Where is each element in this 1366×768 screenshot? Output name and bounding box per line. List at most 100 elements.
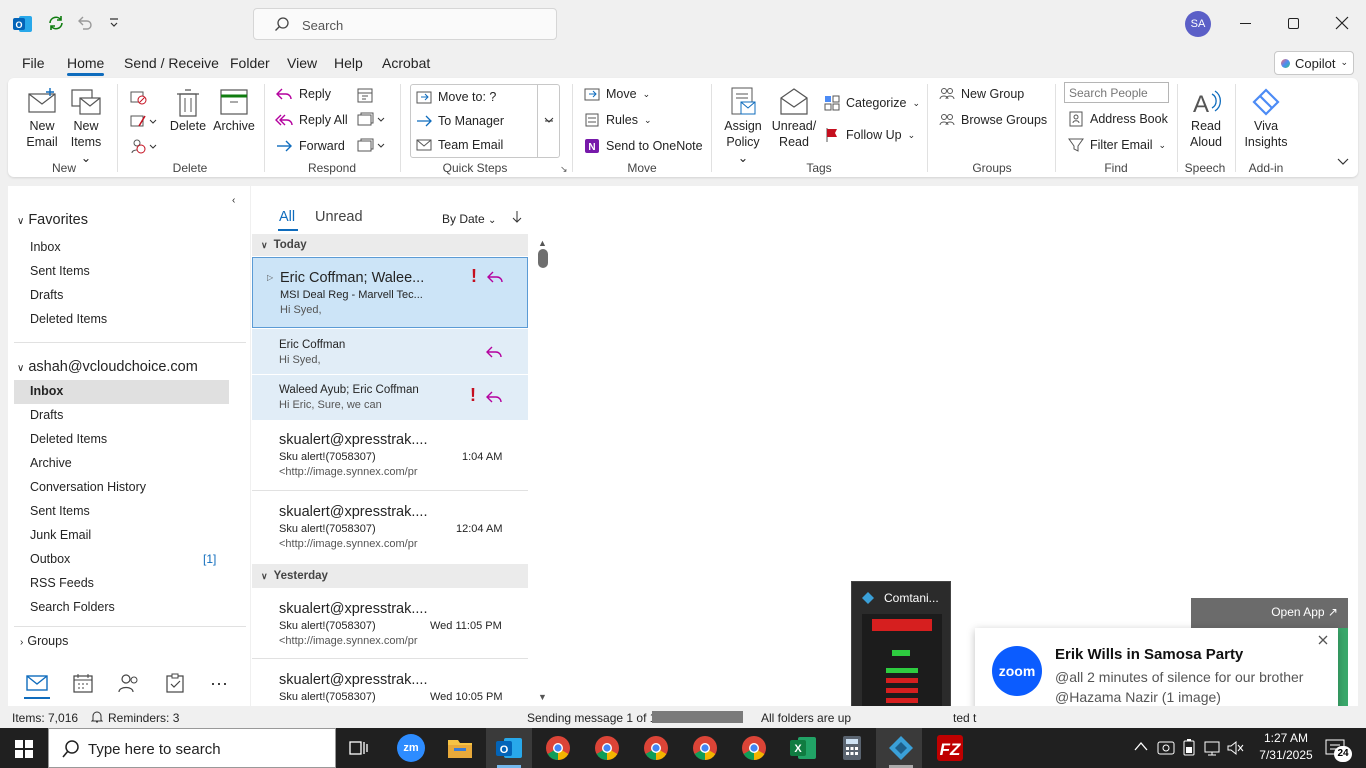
browse-groups-button[interactable]: Browse Groups xyxy=(939,113,1047,127)
message-item[interactable]: Eric Coffman Hi Syed, xyxy=(252,329,528,374)
people-module-icon[interactable] xyxy=(118,673,140,693)
filter-email-button[interactable]: Filter Email ⌄ xyxy=(1068,137,1166,153)
archive-button[interactable]: Archive xyxy=(211,86,257,134)
close-icon[interactable] xyxy=(1317,634,1329,646)
qs-move-to[interactable]: Move to: ? xyxy=(416,90,496,104)
qs-team-email[interactable]: Team Email xyxy=(416,138,503,152)
tray-overflow-icon[interactable] xyxy=(1134,740,1148,752)
folder-drafts[interactable]: Drafts xyxy=(30,408,63,422)
collapse-pane-icon[interactable]: ‹ xyxy=(232,195,235,206)
folder-sent-items[interactable]: Sent Items xyxy=(30,504,90,518)
menu-acrobat[interactable]: Acrobat xyxy=(382,55,430,71)
chrome-icon[interactable] xyxy=(691,734,719,762)
message-item[interactable]: skualert@xpresstrak.... Sku alert!(70583… xyxy=(252,589,528,659)
menu-send-receive[interactable]: Send / Receive xyxy=(124,55,219,71)
search-people-input[interactable]: Search People xyxy=(1064,82,1169,103)
dialog-launcher-icon[interactable]: ↘ xyxy=(560,164,568,175)
assign-policy-button[interactable]: Assign Policy ⌄ xyxy=(720,86,766,166)
delete-button[interactable]: Delete xyxy=(168,86,208,134)
folder-inbox[interactable]: Inbox xyxy=(30,384,63,398)
reply-all-button[interactable]: Reply All xyxy=(275,113,348,127)
maximize-icon[interactable] xyxy=(1288,18,1299,29)
folder-outbox[interactable]: Outbox xyxy=(30,552,70,566)
folder-archive[interactable]: Archive xyxy=(30,456,72,470)
clock-date[interactable]: 7/31/2025 xyxy=(1252,748,1320,762)
ignore-icon[interactable] xyxy=(129,88,147,106)
volume-muted-icon[interactable] xyxy=(1226,739,1244,757)
tray-app-icon[interactable] xyxy=(1157,739,1175,757)
close-icon[interactable] xyxy=(1335,16,1349,30)
fav-drafts[interactable]: Drafts xyxy=(30,288,63,302)
outlook-taskbar-icon[interactable]: O xyxy=(495,734,523,762)
reply-button[interactable]: Reply xyxy=(275,87,331,101)
taskbar-search[interactable]: Type here to search xyxy=(48,728,336,768)
chrome-icon[interactable] xyxy=(544,734,572,762)
excel-icon[interactable]: X xyxy=(789,734,817,762)
tasks-module-icon[interactable] xyxy=(166,673,184,693)
chrome-icon[interactable] xyxy=(593,734,621,762)
folder-conversation-history[interactable]: Conversation History xyxy=(30,480,146,494)
sort-by-date[interactable]: By Date ⌄ xyxy=(442,212,496,226)
mail-module-icon[interactable] xyxy=(26,674,48,692)
customize-toolbar-icon[interactable] xyxy=(109,18,119,28)
message-item[interactable]: Waleed Ayub; Eric Coffman Hi Eric, Sure,… xyxy=(252,375,528,420)
account-header[interactable]: ∨ ashah@vcloudchoice.com xyxy=(17,359,198,375)
fav-inbox[interactable]: Inbox xyxy=(30,240,61,254)
folder-junk-email[interactable]: Junk Email xyxy=(30,528,91,542)
copilot-button[interactable]: Copilot ⌄ xyxy=(1274,51,1354,75)
im-icon[interactable] xyxy=(356,112,388,128)
app-diamond-icon[interactable] xyxy=(887,734,915,762)
cleanup-icon[interactable] xyxy=(129,112,157,130)
minimize-icon[interactable] xyxy=(1240,23,1251,24)
sort-direction-icon[interactable] xyxy=(512,210,522,224)
yesterday-header[interactable]: ∨ Yesterday xyxy=(261,570,328,582)
filezilla-icon[interactable]: FZ xyxy=(936,734,964,762)
forward-button[interactable]: Forward xyxy=(275,139,345,153)
open-app-link[interactable]: Open App ↗ xyxy=(1271,605,1338,619)
viva-insights-button[interactable]: Viva Insights xyxy=(1241,86,1291,150)
menu-help[interactable]: Help xyxy=(334,55,363,71)
message-item-selected[interactable]: ▷ Eric Coffman; Walee... MSI Deal Reg - … xyxy=(252,257,528,328)
menu-home[interactable]: Home xyxy=(67,55,104,71)
calendar-module-icon[interactable] xyxy=(73,673,93,693)
tab-all[interactable]: All xyxy=(279,209,295,225)
menu-view[interactable]: View xyxy=(287,55,317,71)
new-email-button[interactable]: New Email xyxy=(22,86,62,150)
folder-search-folders[interactable]: Search Folders xyxy=(30,600,115,614)
scroll-down-icon[interactable]: ▼ xyxy=(538,692,547,702)
read-aloud-button[interactable]: A Read Aloud xyxy=(1185,86,1227,150)
menu-folder[interactable]: Folder xyxy=(230,55,270,71)
ribbon-collapse-icon[interactable] xyxy=(1336,157,1350,167)
fav-deleted-items[interactable]: Deleted Items xyxy=(30,312,107,326)
fav-sent-items[interactable]: Sent Items xyxy=(30,264,90,278)
scrollbar-thumb[interactable] xyxy=(538,249,548,268)
sync-icon[interactable] xyxy=(47,14,65,32)
new-group-button[interactable]: New Group xyxy=(939,87,1024,101)
qs-to-manager[interactable]: To Manager xyxy=(416,114,504,128)
network-icon[interactable] xyxy=(1203,739,1221,757)
groups-header[interactable]: › Groups xyxy=(20,634,68,648)
clock-time[interactable]: 1:27 AM xyxy=(1256,731,1316,745)
undo-icon[interactable] xyxy=(77,15,93,31)
scroll-up-icon[interactable]: ▲ xyxy=(538,238,547,248)
address-book-button[interactable]: Address Book xyxy=(1068,111,1168,127)
search-box[interactable]: Search xyxy=(253,8,557,40)
menu-file[interactable]: File xyxy=(22,55,45,71)
zoom-taskbar-icon[interactable]: zm xyxy=(397,734,425,762)
chrome-icon[interactable] xyxy=(740,734,768,762)
message-item[interactable]: skualert@xpresstrak.... Sku alert!(70583… xyxy=(252,660,528,706)
windows-start-icon[interactable] xyxy=(15,740,33,758)
quick-steps-expand[interactable] xyxy=(537,84,560,158)
more-modules-icon[interactable]: ⋯ xyxy=(210,674,230,695)
new-items-button[interactable]: New Items ⌄ xyxy=(64,86,108,166)
expand-conversation-icon[interactable]: ▷ xyxy=(267,273,273,282)
junk-icon[interactable] xyxy=(129,137,157,155)
more-respond-icon[interactable] xyxy=(356,138,388,154)
tab-unread[interactable]: Unread xyxy=(315,209,363,225)
favorites-header[interactable]: ∨ Favorites xyxy=(17,212,88,228)
message-item[interactable]: skualert@xpresstrak.... Sku alert!(70583… xyxy=(252,421,528,491)
meeting-icon[interactable] xyxy=(356,87,374,103)
task-view-icon[interactable] xyxy=(349,739,369,757)
move-button[interactable]: Move ⌄ xyxy=(584,87,650,101)
categorize-button[interactable]: Categorize ⌄ xyxy=(824,95,920,111)
